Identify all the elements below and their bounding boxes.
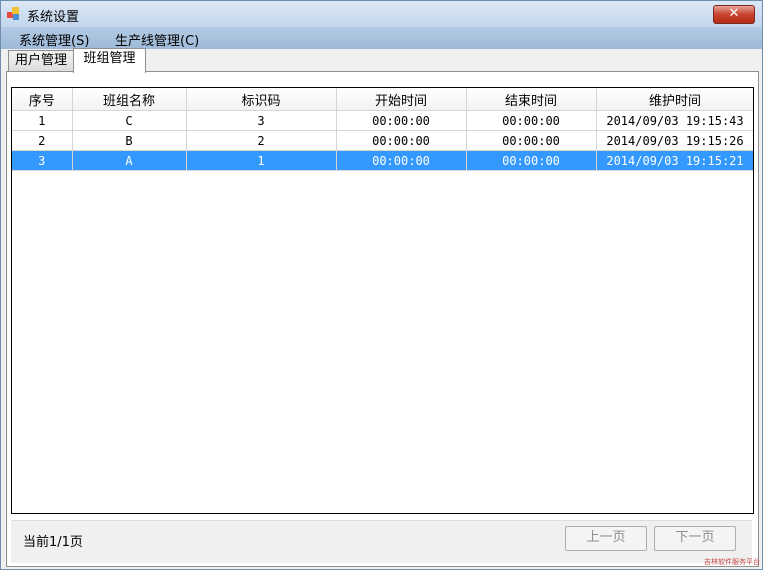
tab-panel-team-management: 序号 班组名称 标识码 开始时间 结束时间 维护时间 1 C 3 00:00:0…: [6, 71, 759, 567]
cell-start-time[interactable]: 00:00:00: [336, 150, 467, 171]
tab-label: 班组管理: [83, 51, 136, 66]
pager-bar: 当前1/1页 上一页 下一页: [11, 520, 752, 563]
column-header-end-time[interactable]: 结束时间: [466, 88, 597, 111]
tab-label: 用户管理: [14, 53, 67, 68]
cell-index[interactable]: 3: [12, 150, 73, 171]
menu-production-line-management[interactable]: 生产线管理(C): [115, 30, 199, 49]
tab-team-management[interactable]: 班组管理: [73, 48, 146, 73]
next-page-button[interactable]: 下一页: [654, 526, 736, 551]
column-header-identifier[interactable]: 标识码: [186, 88, 337, 111]
page-info: 当前1/1页: [23, 535, 83, 550]
cell-team-name[interactable]: A: [72, 150, 187, 171]
column-header-index[interactable]: 序号: [12, 88, 73, 111]
close-icon: ✕: [728, 6, 740, 21]
cell-identifier[interactable]: 2: [186, 130, 337, 151]
settings-window: 系统设置 ✕ 系统管理(S) 生产线管理(C) 用户管理 班组管理 序号 班组名…: [0, 0, 763, 570]
title-bar[interactable]: 系统设置 ✕: [1, 1, 762, 27]
client-area: 用户管理 班组管理 序号 班组名称 标识码 开始时间 结束时间 维护时间 1 C…: [1, 48, 762, 569]
cell-maintenance-time[interactable]: 2014/09/03 19:15:43: [596, 110, 753, 131]
cell-index[interactable]: 2: [12, 130, 73, 151]
cell-maintenance-time[interactable]: 2014/09/03 19:15:26: [596, 130, 753, 151]
menu-system-management[interactable]: 系统管理(S): [19, 30, 89, 49]
cell-index[interactable]: 1: [12, 110, 73, 131]
cell-team-name[interactable]: B: [72, 130, 187, 151]
grid-header-row: 序号 班组名称 标识码 开始时间 结束时间 维护时间: [12, 88, 753, 111]
cell-end-time[interactable]: 00:00:00: [466, 110, 597, 131]
cell-start-time[interactable]: 00:00:00: [336, 110, 467, 131]
column-header-team-name[interactable]: 班组名称: [72, 88, 187, 111]
menu-bar: 系统管理(S) 生产线管理(C): [1, 27, 762, 49]
cell-identifier[interactable]: 1: [186, 150, 337, 171]
cell-start-time[interactable]: 00:00:00: [336, 130, 467, 151]
cell-maintenance-time[interactable]: 2014/09/03 19:15:21: [596, 150, 753, 171]
app-icon: [7, 7, 21, 21]
prev-page-button[interactable]: 上一页: [565, 526, 647, 551]
column-header-maintenance-time[interactable]: 维护时间: [596, 88, 753, 111]
column-header-start-time[interactable]: 开始时间: [336, 88, 467, 111]
cell-team-name[interactable]: C: [72, 110, 187, 131]
cell-end-time[interactable]: 00:00:00: [466, 130, 597, 151]
table-row-selected[interactable]: 3 A 1 00:00:00 00:00:00 2014/09/03 19:15…: [12, 150, 753, 171]
close-button[interactable]: ✕: [713, 5, 755, 24]
team-grid: 序号 班组名称 标识码 开始时间 结束时间 维护时间 1 C 3 00:00:0…: [11, 87, 754, 514]
watermark-logo: 吉林软件服务平台: [704, 558, 760, 566]
cell-identifier[interactable]: 3: [186, 110, 337, 131]
cell-end-time[interactable]: 00:00:00: [466, 150, 597, 171]
tab-user-management[interactable]: 用户管理: [8, 50, 74, 72]
table-row[interactable]: 2 B 2 00:00:00 00:00:00 2014/09/03 19:15…: [12, 130, 753, 151]
window-title: 系统设置: [27, 10, 80, 25]
table-row[interactable]: 1 C 3 00:00:00 00:00:00 2014/09/03 19:15…: [12, 110, 753, 131]
